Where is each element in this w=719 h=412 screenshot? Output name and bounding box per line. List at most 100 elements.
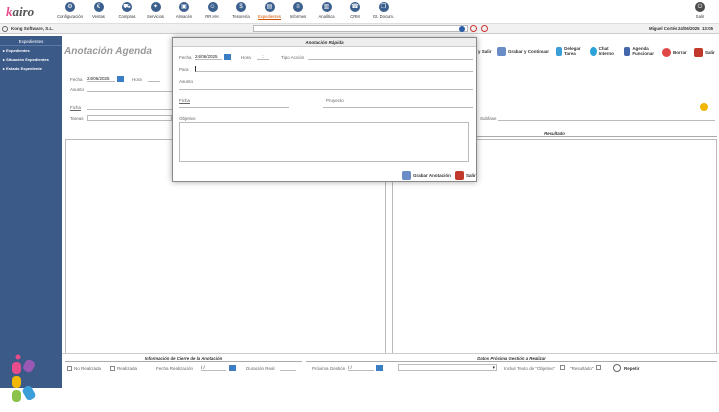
nav-treasury[interactable]: $ Tesorería: [226, 2, 256, 19]
lookup-icon[interactable]: [700, 103, 708, 111]
incluir-resultado-checkbox[interactable]: [596, 365, 601, 370]
nav-services[interactable]: ✦ Servicios: [141, 2, 171, 19]
modal-para-field[interactable]: [195, 66, 473, 72]
dialog-title: Anotación Rápida: [173, 38, 476, 47]
user-name: Miguel Cortés: [649, 26, 678, 31]
analytics-icon: ▥: [321, 2, 332, 12]
nav-cart[interactable]: ⛟ Compras: [112, 2, 142, 19]
nav-gear[interactable]: ⚙ Configuración: [55, 2, 85, 19]
company-name: Kong Software, S.L.: [11, 26, 54, 31]
company-icon: [2, 26, 8, 32]
delegate-task-button[interactable]: Delegar Tarea: [556, 46, 584, 56]
modal-ficha-field[interactable]: [179, 102, 289, 108]
exit-page-button[interactable]: Salir: [694, 48, 715, 57]
documents-icon: ❐: [378, 2, 389, 12]
modal-proyecto-field[interactable]: [323, 102, 473, 108]
tareas-field[interactable]: [87, 115, 172, 121]
k-brand-logo: [12, 354, 36, 402]
nav-folder[interactable]: ▤ Expedientes: [255, 2, 285, 20]
save-icon: [497, 47, 506, 56]
close-session-icon[interactable]: [481, 25, 488, 32]
modal-tipo-field[interactable]: [308, 54, 473, 60]
delete-icon: [662, 48, 671, 57]
dialog-exit-button[interactable]: Salir: [455, 171, 476, 180]
modal-asunto-field[interactable]: [179, 84, 473, 90]
ficha-field[interactable]: [87, 104, 172, 110]
top-bar: kairo ⚙ Configuración € Ventas ⛟ Compras ✦ Serv…: [0, 0, 719, 24]
search-icon[interactable]: [459, 26, 465, 32]
modal-hora-field[interactable]: :: [257, 54, 269, 60]
fecha-label: Fecha: [70, 77, 83, 82]
chat-icon: [590, 46, 597, 56]
agenda-button[interactable]: Agenda Funcionar: [624, 46, 660, 56]
asunto-label: Asunto: [70, 87, 85, 92]
modal-objetivo-label: Objetivo: [179, 116, 196, 121]
calendar-icon[interactable]: [117, 76, 124, 82]
chevron-down-icon: ▾: [492, 365, 495, 371]
exit-button[interactable]: ⏻ Salir: [685, 2, 715, 19]
realizada-checkbox[interactable]: Realizada: [110, 366, 137, 372]
cierre-header: Información de Cierre de la Anotación: [65, 356, 302, 362]
search-input[interactable]: [253, 25, 468, 32]
calendar-icon[interactable]: [376, 365, 383, 371]
ficha-link[interactable]: Ficha: [70, 105, 81, 110]
nav-sales[interactable]: € Ventas: [84, 2, 114, 19]
gestion-select[interactable]: ▾: [398, 364, 497, 371]
people-icon: ☺: [207, 2, 218, 12]
nav-documents[interactable]: ❐ Gt. Docum.: [369, 2, 399, 19]
sidebar: Expedientes ▸ Expedientes ▸ Situación Ex…: [0, 36, 62, 402]
hora-label: Hora: [132, 77, 142, 82]
nav-reports[interactable]: ≡ Informes: [283, 2, 313, 19]
info-bar: Kong Software, S.L. Miguel Cortés 24/06/…: [0, 24, 719, 34]
hora-field[interactable]: [148, 76, 160, 82]
subfase-field[interactable]: [498, 115, 715, 121]
nav-warehouse[interactable]: ▣ Almacén: [169, 2, 199, 19]
nav-analytics[interactable]: ▥ Analítica: [312, 2, 342, 19]
modal-fecha-field[interactable]: 24/06/2025: [195, 54, 222, 60]
cart-icon: ⛟: [122, 2, 132, 12]
agenda-icon: [624, 46, 631, 56]
modal-tipo-label: Tipo Acción: [281, 55, 305, 60]
nav-crm[interactable]: ☎ CRM: [340, 2, 370, 19]
sidebar-item-estado[interactable]: ▸ Estado Expediente: [0, 64, 62, 73]
fecha-realizacion-field[interactable]: / /: [201, 365, 226, 371]
duracion-label: Duración Real: [246, 366, 275, 371]
warehouse-icon: ▣: [179, 2, 189, 12]
treasury-icon: $: [236, 2, 246, 12]
proxima-header: Datos Próxima Gestión a Realizar: [306, 356, 717, 362]
delete-button[interactable]: Borrar: [662, 48, 687, 57]
no-realizada-checkbox[interactable]: No Realizada: [67, 366, 101, 372]
internal-chat-button[interactable]: Chat Interno: [590, 46, 618, 56]
calendar-icon[interactable]: [229, 365, 236, 371]
save-exit-button[interactable]: y Salir: [478, 49, 492, 54]
asunto-field[interactable]: [87, 86, 172, 92]
save-note-button[interactable]: Grabar Anotación: [402, 171, 451, 180]
sidebar-item-situacion[interactable]: ▸ Situación Expedientes: [0, 55, 62, 64]
delegate-icon: [556, 46, 563, 56]
gear-icon: ⚙: [65, 2, 75, 12]
incluir-objetivo-checkbox[interactable]: [560, 365, 565, 370]
sidebar-header: Expedientes: [0, 36, 62, 46]
sales-icon: €: [93, 2, 104, 12]
subfase-label: Subfase: [480, 116, 497, 121]
page-title: Anotación Agenda: [64, 46, 152, 57]
modal-objetivo-textarea[interactable]: [179, 122, 469, 162]
services-icon: ✦: [150, 2, 161, 12]
nav-people[interactable]: ☺ RR.HH.: [198, 2, 228, 19]
sidebar-item-expedientes[interactable]: ▸ Expedientes: [0, 46, 62, 55]
save-continue-button[interactable]: Grabar y Continuar: [497, 47, 549, 56]
proxima-field[interactable]: / /: [348, 365, 374, 371]
exit-icon: [694, 48, 703, 57]
calendar-icon[interactable]: [224, 54, 231, 60]
current-date: 24/06/2025: [678, 26, 700, 31]
duracion-field[interactable]: [280, 365, 296, 371]
alert-icon[interactable]: [470, 25, 477, 32]
repeat-icon[interactable]: [613, 364, 621, 372]
quick-note-dialog: Anotación Rápida Fecha 24/06/2025 Hora :…: [172, 37, 477, 182]
fecha-field[interactable]: 24/06/2025: [87, 76, 115, 82]
modal-para-label: Para: [179, 67, 189, 72]
save-icon: [402, 171, 411, 180]
crm-icon: ☎: [350, 2, 360, 12]
repetir-button[interactable]: Repetir: [624, 366, 640, 371]
power-icon: ⏻: [695, 2, 705, 12]
